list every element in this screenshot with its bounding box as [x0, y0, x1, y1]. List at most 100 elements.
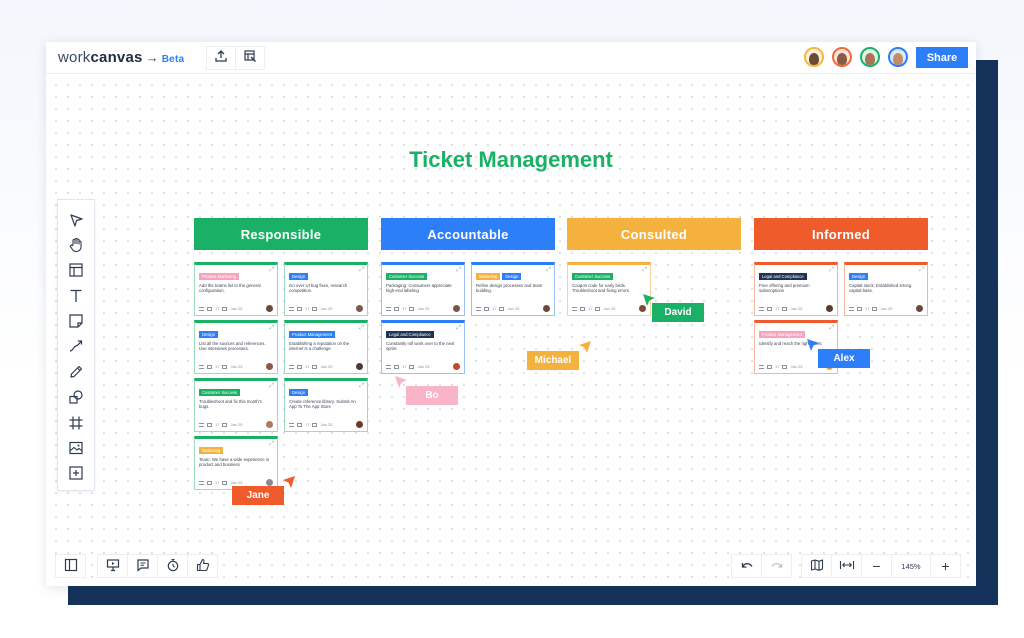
zoom-in-button[interactable]: +: [930, 554, 961, 578]
assignee-avatar[interactable]: [543, 305, 550, 312]
ticket-card[interactable]: ⤢ Design Go over UI bug fixes, research co…: [284, 262, 368, 316]
calendar-icon: [782, 364, 788, 369]
description-icon: [476, 306, 481, 311]
expand-icon[interactable]: ⤢: [642, 267, 647, 274]
expand-icon[interactable]: ⤢: [269, 325, 274, 332]
avatar[interactable]: [860, 47, 880, 67]
assignee-avatar[interactable]: [266, 363, 273, 370]
avatar[interactable]: [804, 47, 824, 67]
expand-icon[interactable]: ⤢: [546, 267, 551, 274]
comment-count: 17: [305, 306, 310, 311]
ticket-card[interactable]: ⤢ Marketing Team: We have a wide experienc…: [194, 436, 278, 490]
assignee-avatar[interactable]: [266, 305, 273, 312]
ticket-card[interactable]: ⤢ Design List all the sources and referenc…: [194, 320, 278, 374]
hand-tool[interactable]: [66, 237, 86, 257]
card-meta: 17 Jan 25: [199, 364, 242, 369]
ticket-card[interactable]: ⤢ Design Create reference library. Submit …: [284, 378, 368, 432]
ticket-card[interactable]: ⤢ Product Management Establishing a reputa…: [284, 320, 368, 374]
assignee-avatar[interactable]: [916, 305, 923, 312]
expand-icon[interactable]: ⤢: [359, 325, 364, 332]
column-header-consulted[interactable]: Consulted: [567, 218, 741, 250]
image-tool[interactable]: [66, 441, 86, 461]
redo-button[interactable]: [761, 554, 792, 578]
card-tags: Customer Success: [199, 389, 241, 396]
description-icon: [386, 364, 391, 369]
expand-icon[interactable]: ⤢: [829, 325, 834, 332]
column-header-accountable[interactable]: Accountable: [381, 218, 555, 250]
card-tags: Design: [199, 331, 219, 338]
shapes-tool[interactable]: [66, 390, 86, 410]
ticket-card[interactable]: ⤢ Customer Success Packaging: Consumers ap…: [381, 262, 465, 316]
thumbs-up-icon: [196, 558, 210, 574]
ticket-card[interactable]: ⤢ Design Capital stock: Established strong…: [844, 262, 928, 316]
comment-count: 17: [775, 306, 780, 311]
ticket-card[interactable]: ⤢ Customer Success Coupon code for early b…: [567, 262, 651, 316]
avatar[interactable]: [888, 47, 908, 67]
vote-button[interactable]: [187, 554, 218, 578]
sidebar-toggle-button[interactable]: [55, 554, 86, 578]
assignee-avatar[interactable]: [356, 363, 363, 370]
ticket-card[interactable]: ⤢ Legal and Compliance Free offering and p…: [754, 262, 838, 316]
frame-tool[interactable]: [66, 415, 86, 435]
card-tag: Marketing: [199, 447, 224, 454]
assignee-avatar[interactable]: [453, 305, 460, 312]
assignee-avatar[interactable]: [266, 479, 273, 486]
expand-icon[interactable]: ⤢: [829, 267, 834, 274]
add-tool[interactable]: [66, 466, 86, 486]
card-meta: 17 Jan 25: [199, 480, 242, 485]
card-tag: Customer Success: [572, 273, 614, 280]
expand-icon[interactable]: ⤢: [456, 325, 461, 332]
assignee-avatar[interactable]: [356, 421, 363, 428]
expand-icon[interactable]: ⤢: [269, 383, 274, 390]
calendar-icon: [872, 306, 878, 311]
board-canvas[interactable]: Ticket Management Responsible Accountabl…: [46, 75, 976, 586]
template-tool[interactable]: [66, 263, 86, 283]
ticket-card[interactable]: ⤢ Product Marketing Add the teams list to …: [194, 262, 278, 316]
expand-icon[interactable]: ⤢: [919, 267, 924, 274]
expand-icon[interactable]: ⤢: [269, 267, 274, 274]
expand-icon[interactable]: ⤢: [359, 267, 364, 274]
comments-button[interactable]: [127, 554, 158, 578]
due-date: Jan 25: [790, 306, 803, 311]
sticky-note-tool[interactable]: [66, 314, 86, 334]
expand-icon[interactable]: ⤢: [359, 383, 364, 390]
board-title[interactable]: Ticket Management: [46, 147, 976, 173]
ticket-card[interactable]: ⤢ Legal and Compliance Constantly roll wor…: [381, 320, 465, 374]
comment-count: 17: [492, 306, 497, 311]
expand-icon[interactable]: ⤢: [269, 441, 274, 448]
card-tags: Marketing Design: [476, 273, 522, 280]
column-header-informed[interactable]: Informed: [754, 218, 928, 250]
stage: workcanvas → Beta Share Ticket Managemen…: [0, 0, 1024, 638]
minimap-button[interactable]: [801, 554, 832, 578]
share-button[interactable]: Share: [916, 47, 968, 68]
column-header-responsible[interactable]: Responsible: [194, 218, 368, 250]
assignee-avatar[interactable]: [356, 305, 363, 312]
collaborators: [804, 47, 908, 67]
expand-icon[interactable]: ⤢: [456, 267, 461, 274]
assignee-avatar[interactable]: [266, 421, 273, 428]
fit-width-button[interactable]: [831, 554, 862, 578]
export-button[interactable]: [206, 46, 236, 70]
card-tags: Design: [289, 273, 309, 280]
assignee-avatar[interactable]: [453, 363, 460, 370]
card-description: Add the teams list to the general config…: [199, 283, 261, 294]
text-tool[interactable]: [66, 288, 86, 308]
undo-button[interactable]: [731, 554, 762, 578]
avatar[interactable]: [832, 47, 852, 67]
timer-button[interactable]: [157, 554, 188, 578]
present-button[interactable]: [97, 554, 128, 578]
description-icon: [289, 422, 294, 427]
ticket-card[interactable]: ⤢ Marketing Design Refine design processes …: [471, 262, 555, 316]
app-logo[interactable]: workcanvas → Beta: [58, 49, 184, 66]
beta-badge: Beta: [161, 54, 185, 65]
description-icon: [199, 422, 204, 427]
connector-tool[interactable]: [66, 339, 86, 359]
zoom-out-button[interactable]: −: [861, 554, 892, 578]
assignee-avatar[interactable]: [826, 305, 833, 312]
zoom-level[interactable]: 145%: [891, 554, 931, 578]
select-tool[interactable]: [66, 212, 86, 232]
pen-tool[interactable]: [66, 364, 86, 384]
presentation-icon: [106, 558, 120, 574]
ticket-card[interactable]: ⤢ Customer Success Troubleshoot and fix th…: [194, 378, 278, 432]
board-select-button[interactable]: [235, 46, 265, 70]
